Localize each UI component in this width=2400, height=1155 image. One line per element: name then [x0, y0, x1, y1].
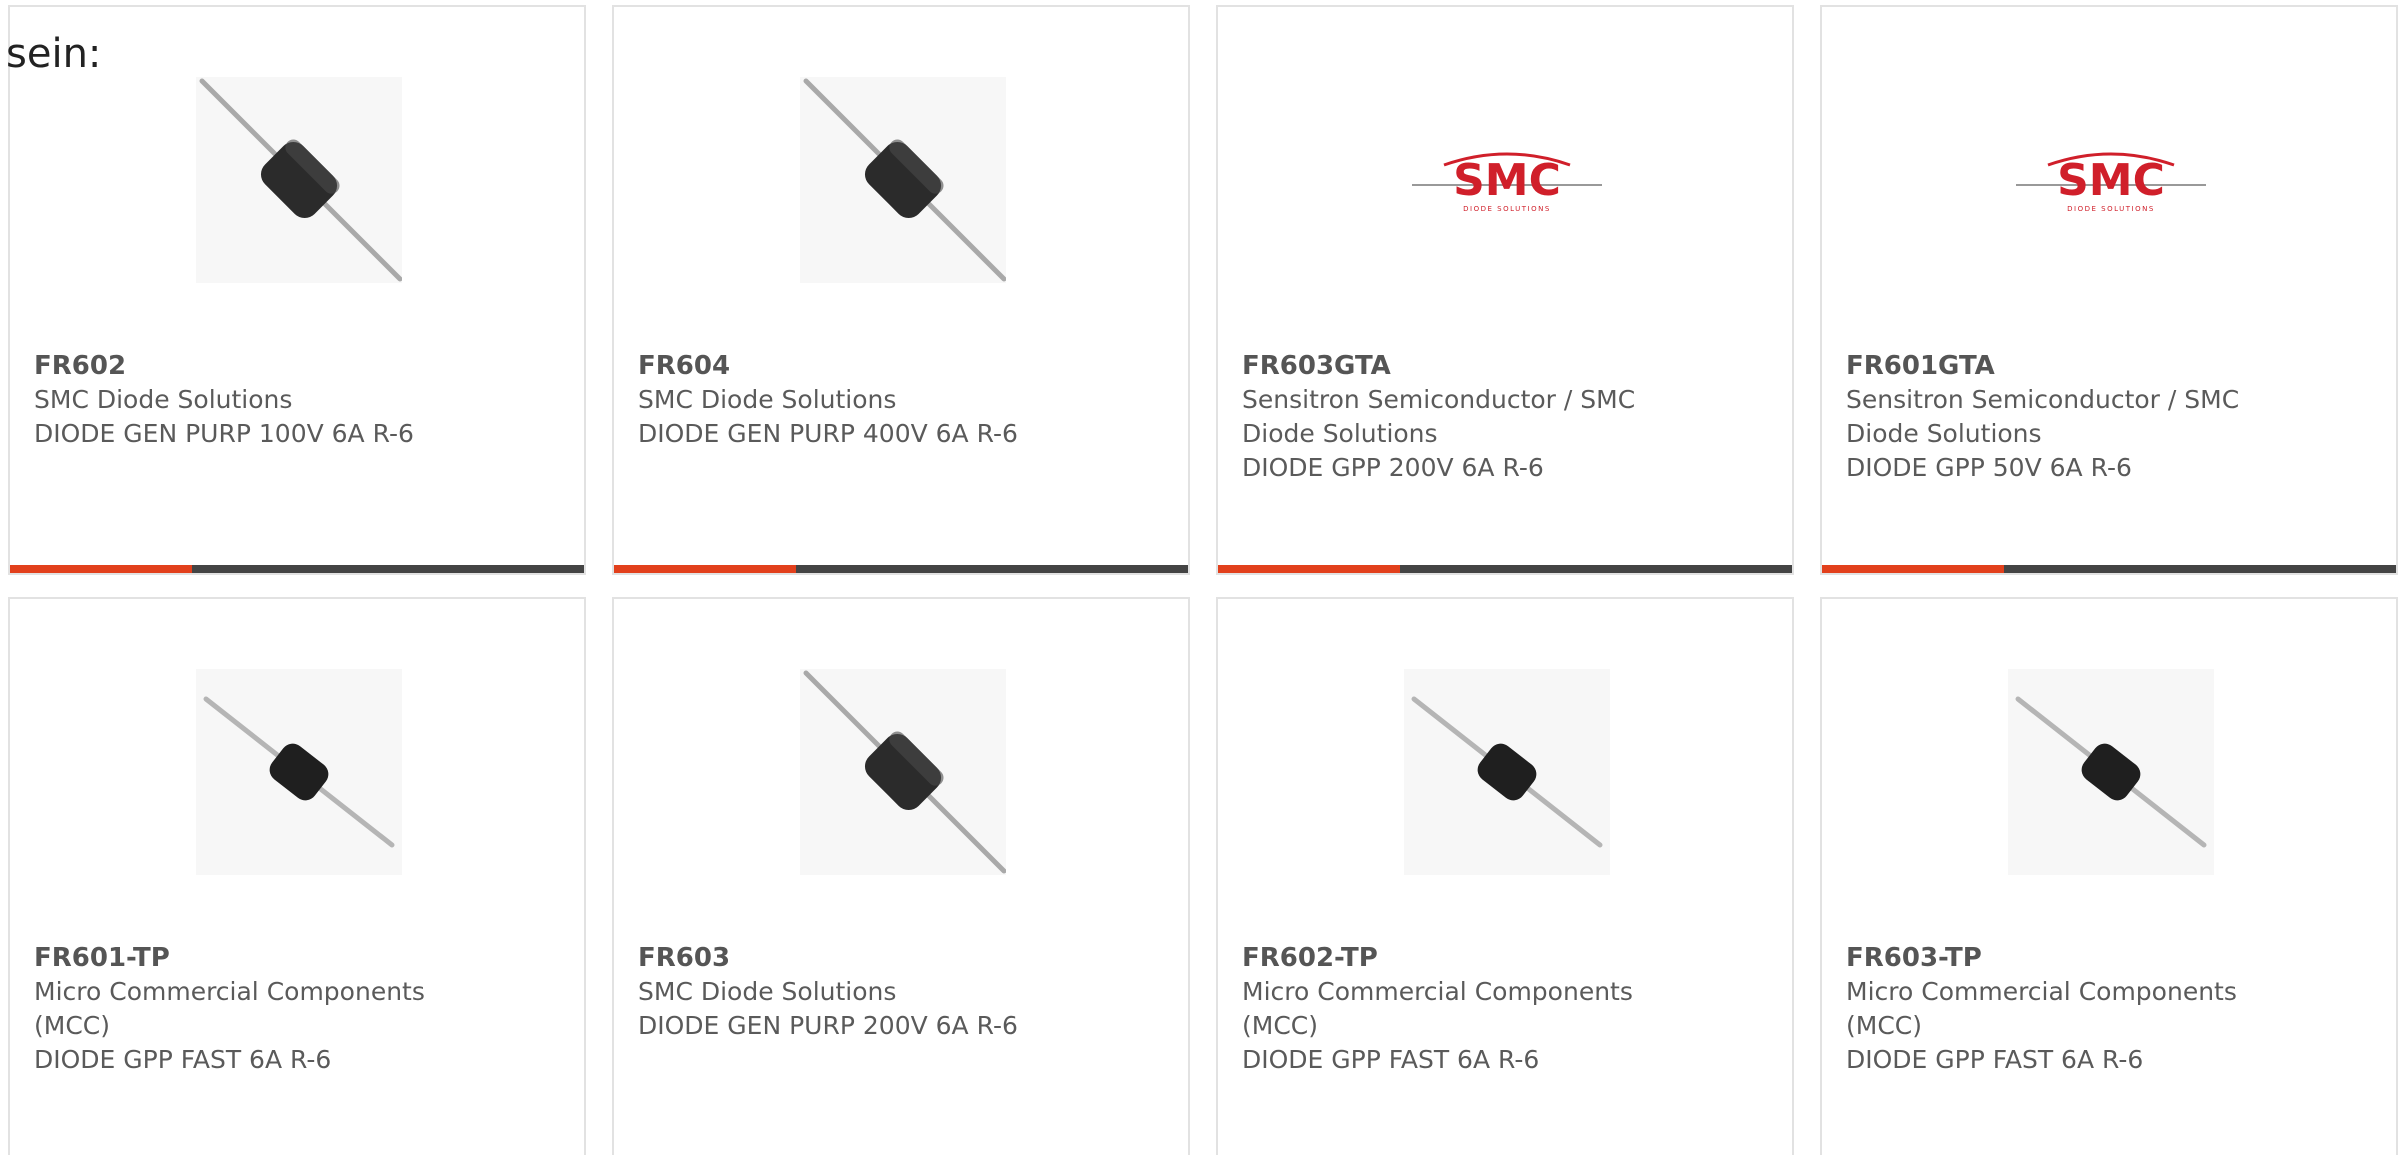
- product-description: DIODE GPP 200V 6A R-6: [1242, 453, 1544, 482]
- card-progress-bar: [1822, 565, 2396, 573]
- product-description: DIODE GPP FAST 6A R-6: [1242, 1045, 1540, 1074]
- part-number[interactable]: FR604: [638, 349, 1078, 383]
- product-image[interactable]: [800, 77, 1006, 283]
- diode-icon: [803, 670, 1006, 874]
- diode-icon: [203, 696, 395, 848]
- svg-text:SMC: SMC: [2057, 155, 2165, 206]
- part-number[interactable]: FR603GTA: [1242, 349, 1682, 383]
- manufacturer-name: SMC Diode Solutions: [638, 385, 897, 414]
- product-description: DIODE GEN PURP 100V 6A R-6: [34, 419, 414, 448]
- smc-logo-icon: SMCDIODE SOLUTIONS: [2008, 77, 2214, 283]
- product-info: FR604 SMC Diode Solutions DIODE GEN PURP…: [638, 349, 1078, 451]
- manufacturer-name: Micro Commercial Components (MCC): [34, 977, 425, 1040]
- product-card[interactable]: FR604 SMC Diode Solutions DIODE GEN PURP…: [612, 5, 1190, 575]
- diode-icon: [2015, 696, 2207, 848]
- product-description: DIODE GPP FAST 6A R-6: [34, 1045, 332, 1074]
- product-info: FR603-TP Micro Commercial Components (MC…: [1846, 941, 2286, 1077]
- product-info: FR602-TP Micro Commercial Components (MC…: [1242, 941, 1682, 1077]
- card-bar-accent: [1822, 565, 2004, 573]
- product-grid: FR602 SMC Diode Solutions DIODE GEN PURP…: [8, 5, 2398, 1155]
- svg-text:DIODE SOLUTIONS: DIODE SOLUTIONS: [2067, 205, 2155, 213]
- product-info: FR601-TP Micro Commercial Components (MC…: [34, 941, 474, 1077]
- product-description: DIODE GEN PURP 400V 6A R-6: [638, 419, 1018, 448]
- manufacturer-name: SMC Diode Solutions: [638, 977, 897, 1006]
- smc-logo-icon: SMCDIODE SOLUTIONS: [1404, 77, 1610, 283]
- product-image[interactable]: SMC DIODE SOLUTIONS: [2008, 77, 2214, 283]
- card-bar-accent: [614, 565, 796, 573]
- product-image[interactable]: [800, 669, 1006, 875]
- product-card[interactable]: FR603 SMC Diode Solutions DIODE GEN PURP…: [612, 597, 1190, 1155]
- part-number[interactable]: FR601-TP: [34, 941, 474, 975]
- product-card[interactable]: FR603-TP Micro Commercial Components (MC…: [1820, 597, 2398, 1155]
- svg-text:DIODE SOLUTIONS: DIODE SOLUTIONS: [1463, 205, 1551, 213]
- product-card[interactable]: SMC DIODE SOLUTIONS FR603GTA Sensitron Se…: [1216, 5, 1794, 575]
- product-image[interactable]: [196, 77, 402, 283]
- product-info: FR602 SMC Diode Solutions DIODE GEN PURP…: [34, 349, 474, 451]
- part-number[interactable]: FR602: [34, 349, 474, 383]
- card-progress-bar: [614, 565, 1188, 573]
- product-image[interactable]: [196, 669, 402, 875]
- manufacturer-name: Micro Commercial Components (MCC): [1242, 977, 1633, 1040]
- product-card[interactable]: FR602-TP Micro Commercial Components (MC…: [1216, 597, 1794, 1155]
- diode-icon: [803, 78, 1006, 282]
- part-number[interactable]: FR602-TP: [1242, 941, 1682, 975]
- intro-text: sein:: [6, 31, 102, 77]
- product-description: DIODE GPP FAST 6A R-6: [1846, 1045, 2144, 1074]
- product-image[interactable]: [1404, 669, 1610, 875]
- diode-icon: [1411, 696, 1603, 848]
- manufacturer-name: Micro Commercial Components (MCC): [1846, 977, 2237, 1040]
- product-info: FR601GTA Sensitron Semiconductor / SMC D…: [1846, 349, 2286, 485]
- product-info: FR603GTA Sensitron Semiconductor / SMC D…: [1242, 349, 1682, 485]
- card-progress-bar: [10, 565, 584, 573]
- card-bar-accent: [1218, 565, 1400, 573]
- part-number[interactable]: FR603-TP: [1846, 941, 2286, 975]
- product-description: DIODE GEN PURP 200V 6A R-6: [638, 1011, 1018, 1040]
- manufacturer-name: Sensitron Semiconductor / SMC Diode Solu…: [1242, 385, 1636, 448]
- svg-text:SMC: SMC: [1453, 155, 1561, 206]
- part-number[interactable]: FR601GTA: [1846, 349, 2286, 383]
- product-image[interactable]: SMC DIODE SOLUTIONS: [1404, 77, 1610, 283]
- product-listing-page: sein: FR602 SMC Diode Solutions DIODE GE…: [0, 0, 2400, 1155]
- part-number[interactable]: FR603: [638, 941, 1078, 975]
- product-image[interactable]: [2008, 669, 2214, 875]
- product-description: DIODE GPP 50V 6A R-6: [1846, 453, 2132, 482]
- product-card[interactable]: SMC DIODE SOLUTIONS FR601GTA Sensitron Se…: [1820, 5, 2398, 575]
- manufacturer-name: SMC Diode Solutions: [34, 385, 293, 414]
- product-info: FR603 SMC Diode Solutions DIODE GEN PURP…: [638, 941, 1078, 1043]
- manufacturer-name: Sensitron Semiconductor / SMC Diode Solu…: [1846, 385, 2240, 448]
- card-bar-accent: [10, 565, 192, 573]
- product-card[interactable]: FR601-TP Micro Commercial Components (MC…: [8, 597, 586, 1155]
- card-progress-bar: [1218, 565, 1792, 573]
- diode-icon: [199, 78, 402, 282]
- product-card[interactable]: FR602 SMC Diode Solutions DIODE GEN PURP…: [8, 5, 586, 575]
